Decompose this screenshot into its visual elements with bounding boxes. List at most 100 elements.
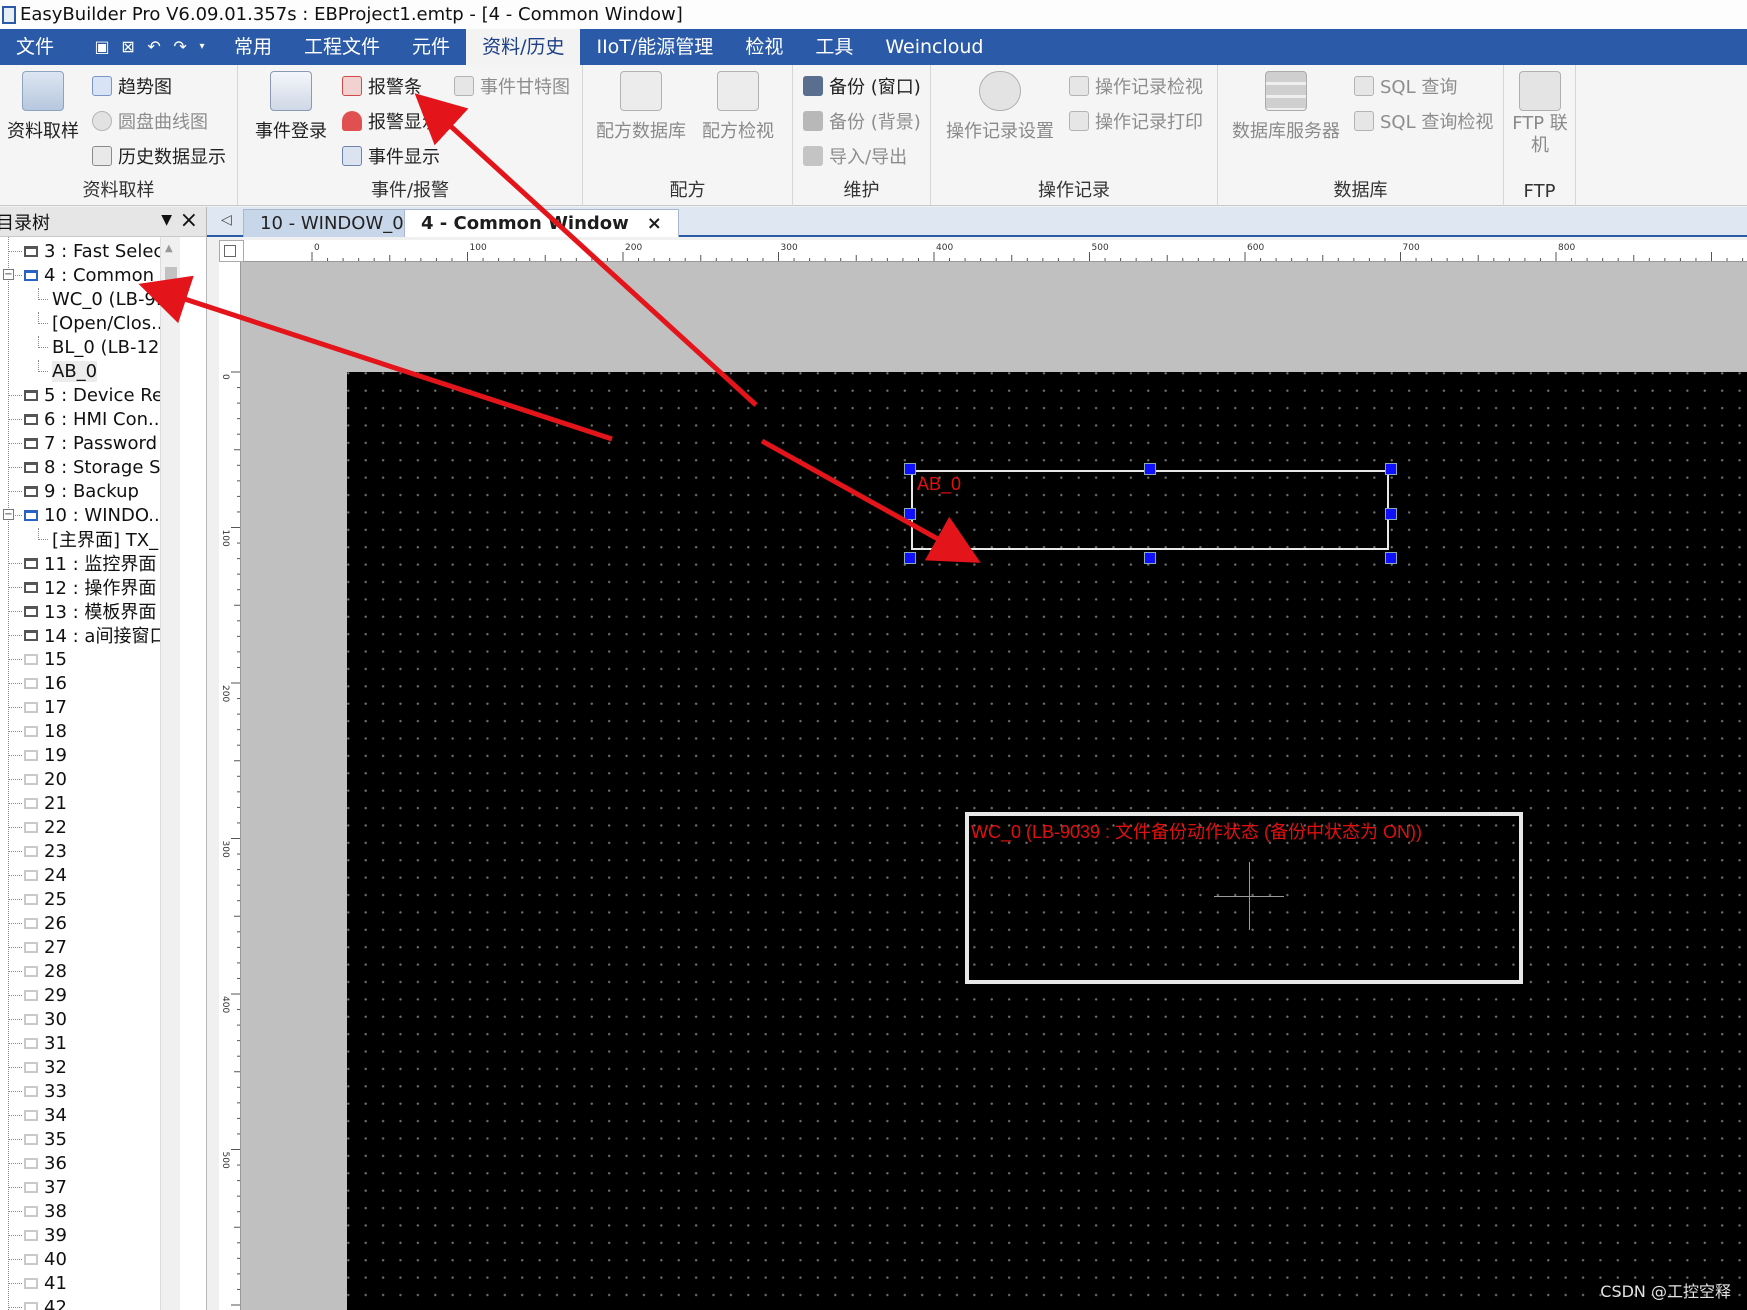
redo-icon[interactable]: ↷ — [170, 37, 190, 57]
tree-window-item[interactable]: 17 — [8, 695, 67, 719]
alarm-bar-button[interactable]: 报警条 — [342, 71, 422, 101]
tree-child-item[interactable]: WC_0 (LB-9... — [38, 287, 173, 311]
panel-menu-chevron-icon[interactable]: ▼ — [161, 212, 172, 228]
resize-handle-left[interactable] — [904, 508, 916, 520]
save-icon[interactable]: ▣ — [92, 37, 112, 57]
collapse-icon[interactable]: − — [3, 509, 14, 520]
tree-window-item[interactable]: 23 — [8, 839, 67, 863]
tree-window-item[interactable]: 26 — [8, 911, 67, 935]
tree-child-item[interactable]: AB_0 — [38, 359, 98, 383]
ftp-online-button[interactable]: FTP 联 机 — [1508, 71, 1572, 157]
event-display-button[interactable]: 事件显示 — [342, 141, 440, 171]
undo-icon[interactable]: ↶ — [144, 37, 164, 57]
tree-window-item[interactable]: 38 — [8, 1199, 67, 1223]
event-log-button[interactable]: 事件登录 — [252, 71, 330, 143]
database-server-button[interactable]: 数据库服务器 — [1230, 71, 1342, 143]
tree-window-item[interactable]: 37 — [8, 1175, 67, 1199]
tree-window-item[interactable]: 16 — [8, 671, 67, 695]
scrollbar-thumb[interactable] — [165, 267, 177, 301]
tree-window-item[interactable]: 6 : HMI Con... — [8, 407, 165, 431]
tree-window-item[interactable]: 12 : 操作界面 — [8, 575, 156, 599]
tree-window-item[interactable]: 15 — [8, 647, 67, 671]
resize-handle-bottom-right[interactable] — [1385, 552, 1397, 564]
resize-handle-bottom-left[interactable] — [904, 552, 916, 564]
tree-window-item[interactable]: − 10 : WINDO... — [3, 503, 165, 527]
tree-window-item[interactable]: 31 — [8, 1031, 67, 1055]
menu-iiot-energy[interactable]: IIoT/能源管理 — [580, 29, 729, 65]
tree-window-item[interactable]: 7 : Password ... — [8, 431, 180, 455]
menu-view[interactable]: 检视 — [729, 29, 799, 65]
recipe-view-button[interactable]: 配方检视 — [697, 71, 779, 143]
customize-dropdown-icon[interactable]: ▾ — [196, 37, 208, 57]
circular-trend-button[interactable]: 圆盘曲线图 — [92, 106, 208, 136]
resize-handle-right[interactable] — [1385, 508, 1397, 520]
window-canvas[interactable]: AB_0 WC_0 (LB-9039 : 文件备份动作状态 (备份中状态为 ON… — [347, 372, 1747, 1310]
tab-close-icon[interactable]: × — [647, 213, 662, 234]
operation-log-print-button[interactable]: 操作记录打印 — [1069, 106, 1203, 136]
operation-log-settings-button[interactable]: 操作记录设置 — [945, 71, 1055, 143]
alarm-display-button[interactable]: 报警显示 — [342, 106, 440, 136]
tree-window-item[interactable]: 34 — [8, 1103, 67, 1127]
resize-handle-bottom[interactable] — [1144, 552, 1156, 564]
recipe-database-button[interactable]: 配方数据库 — [595, 71, 687, 143]
tree-window-item[interactable]: 24 — [8, 863, 67, 887]
tree-window-item[interactable]: 14 : a间接窗口 — [8, 623, 167, 647]
tree-window-item[interactable]: 32 — [8, 1055, 67, 1079]
tree-window-item[interactable]: 27 — [8, 935, 67, 959]
menu-data-history[interactable]: 资料/历史 — [466, 29, 581, 65]
tree-window-item[interactable]: 11 : 监控界面 — [8, 551, 156, 575]
alarm-bar-object[interactable]: AB_0 — [911, 470, 1389, 550]
sql-query-view-button[interactable]: SQL 查询检视 — [1354, 106, 1493, 136]
menu-objects[interactable]: 元件 — [396, 29, 466, 65]
tree-child-item[interactable]: [Open/Clos... — [38, 311, 168, 335]
tree-window-item[interactable]: 8 : Storage S... — [8, 455, 178, 479]
tree-window-item[interactable]: 40 — [8, 1247, 67, 1271]
collapse-icon[interactable]: − — [3, 269, 14, 280]
tree-window-item[interactable]: 42 — [8, 1295, 67, 1310]
tree-window-item[interactable]: 3 : Fast Selec... — [8, 239, 181, 263]
tree-window-item[interactable]: 18 — [8, 719, 67, 743]
trend-display-button[interactable]: 趋势图 — [92, 71, 172, 101]
tab-scroll-left-icon[interactable]: ◁ — [221, 212, 232, 228]
tree-window-item[interactable]: 25 — [8, 887, 67, 911]
ruler-unit-icon[interactable] — [224, 245, 236, 257]
tree-window-item[interactable]: − 4 : Common ... — [3, 263, 177, 287]
import-export-button[interactable]: 导入/导出 — [803, 141, 907, 171]
scroll-up-icon[interactable]: ▲ — [165, 243, 173, 254]
resize-handle-top[interactable] — [1144, 463, 1156, 475]
tree-window-item[interactable]: 28 — [8, 959, 67, 983]
menu-file[interactable]: 文件 — [0, 29, 70, 65]
tree-child-item[interactable]: [主界面] TX_... — [38, 527, 175, 551]
tree-window-item[interactable]: 9 : Backup — [8, 479, 139, 503]
tree-window-item[interactable]: 39 — [8, 1223, 67, 1247]
tree-window-item[interactable]: 19 — [8, 743, 67, 767]
window-control-object[interactable]: WC_0 (LB-9039 : 文件备份动作状态 (备份中状态为 ON)) — [965, 812, 1523, 984]
event-gantt-button[interactable]: 事件甘特图 — [454, 71, 570, 101]
tree-window-item[interactable]: 13 : 模板界面 — [8, 599, 156, 623]
sql-query-button[interactable]: SQL 查询 — [1354, 71, 1457, 101]
menu-project-file[interactable]: 工程文件 — [288, 29, 396, 65]
tab-common-window[interactable]: 4 - Common Window × — [404, 209, 679, 237]
compile-icon[interactable]: ⊠ — [118, 37, 138, 57]
tree-window-item[interactable]: 33 — [8, 1079, 67, 1103]
resize-handle-top-right[interactable] — [1385, 463, 1397, 475]
tree-window-item[interactable]: 21 — [8, 791, 67, 815]
resize-handle-top-left[interactable] — [904, 463, 916, 475]
backup-window-button[interactable]: 备份 (窗口) — [803, 71, 921, 101]
tree-window-item[interactable]: 22 — [8, 815, 67, 839]
data-sampling-button[interactable]: 资料取样 — [4, 71, 82, 143]
operation-log-view-button[interactable]: 操作记录检视 — [1069, 71, 1203, 101]
backup-background-button[interactable]: 备份 (背景) — [803, 106, 921, 136]
tree-window-item[interactable]: 20 — [8, 767, 67, 791]
menu-weincloud[interactable]: Weincloud — [869, 29, 999, 65]
tree-scrollbar[interactable]: ▲ — [160, 237, 180, 1310]
tree-window-item[interactable]: 41 — [8, 1271, 67, 1295]
tree-window-item[interactable]: 30 — [8, 1007, 67, 1031]
tree-window-item[interactable]: 36 — [8, 1151, 67, 1175]
tree-window-item[interactable]: 35 — [8, 1127, 67, 1151]
panel-close-icon[interactable]: × — [180, 208, 198, 233]
menu-tools[interactable]: 工具 — [799, 29, 869, 65]
menu-common[interactable]: 常用 — [218, 29, 288, 65]
history-data-display-button[interactable]: 历史数据显示 — [92, 141, 226, 171]
tree-window-item[interactable]: 5 : Device Re... — [8, 383, 180, 407]
